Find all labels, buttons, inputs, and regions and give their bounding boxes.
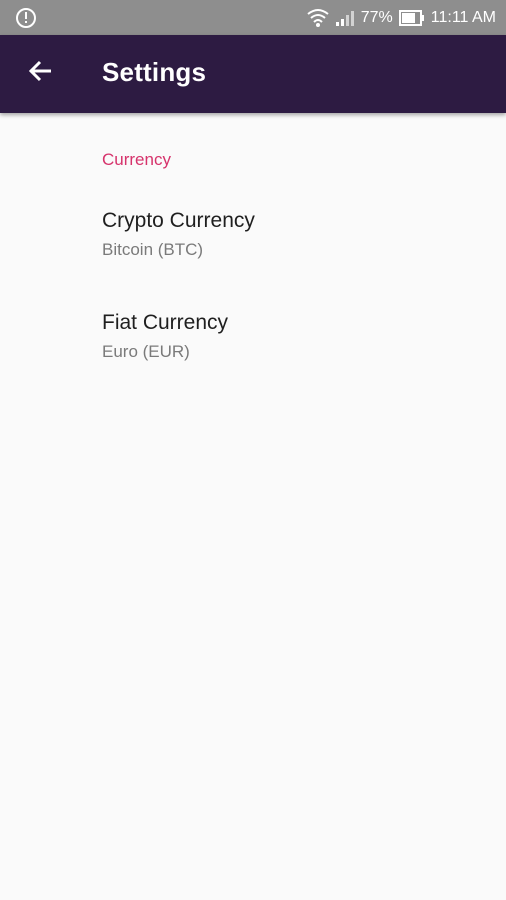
status-bar: 77% 11:11 AM — [0, 0, 506, 35]
status-indicators: 77% 11:11 AM — [307, 0, 496, 35]
arrow-left-icon — [27, 58, 53, 89]
signal-icon — [335, 9, 355, 27]
back-button[interactable] — [22, 55, 58, 91]
setting-title: Crypto Currency — [102, 209, 255, 232]
clock: 11:11 AM — [430, 8, 496, 26]
battery-percent: 77% — [360, 8, 393, 26]
page-title: Settings — [102, 57, 207, 87]
setting-summary: Euro (EUR) — [102, 342, 190, 361]
app-bar: Settings — [0, 35, 506, 113]
setting-title: Fiat Currency — [102, 311, 229, 334]
section-header-currency: Currency — [102, 150, 171, 169]
fiat-currency-setting[interactable]: Fiat Currency Euro (EUR) — [0, 311, 506, 401]
wifi-icon — [307, 8, 329, 28]
alert-circle-icon — [15, 7, 37, 29]
setting-summary: Bitcoin (BTC) — [102, 240, 204, 259]
battery-icon — [398, 9, 425, 26]
crypto-currency-setting[interactable]: Crypto Currency Bitcoin (BTC) — [0, 209, 506, 299]
